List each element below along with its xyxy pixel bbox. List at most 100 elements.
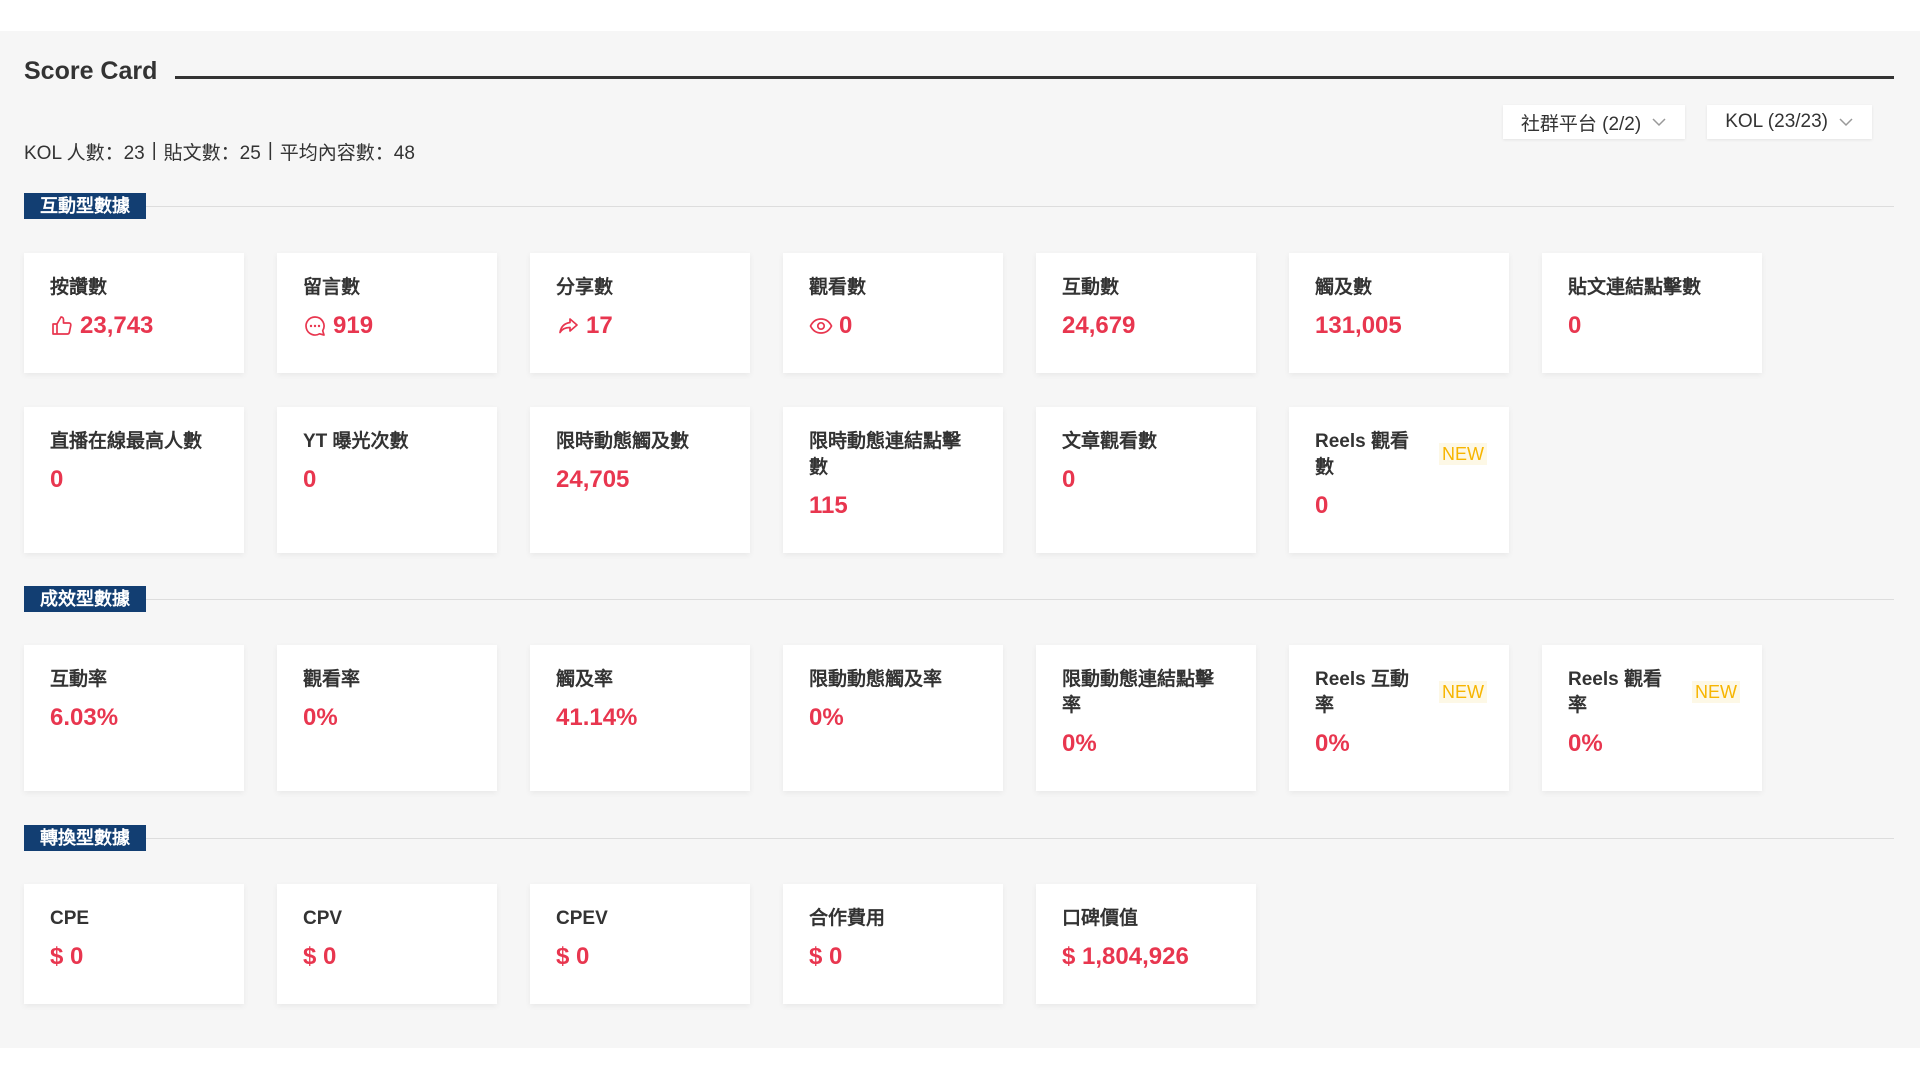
metric-label: 觸及率 bbox=[556, 669, 614, 690]
metric-value: $ 0 bbox=[556, 943, 590, 970]
thumbs-up-icon bbox=[52, 316, 72, 335]
post-count-text: 貼文數：25 bbox=[163, 142, 261, 164]
metric-value: 919 bbox=[303, 311, 475, 341]
metric-label: Reels 觀看數 bbox=[1315, 431, 1409, 478]
metric-label: 限動動態觸及率 bbox=[809, 669, 943, 690]
metric-card: 限時動態連結點擊數 115 bbox=[783, 407, 1003, 553]
metric-label: 文章觀看數 bbox=[1062, 431, 1158, 452]
metric-label: 口碑價值 bbox=[1062, 908, 1139, 929]
metric-card: 口碑價值 $ 1,804,926 bbox=[1036, 884, 1256, 1004]
metric-card-head: Reels 互動率 NEW bbox=[1315, 667, 1487, 719]
metric-value: 0% bbox=[809, 704, 844, 731]
metric-label: 限動動態連結點擊率 bbox=[1062, 669, 1215, 716]
metric-label: CPV bbox=[303, 908, 343, 929]
summary-separator: | bbox=[267, 140, 273, 161]
metric-value: 115 bbox=[809, 492, 848, 519]
metric-value: 23,743 bbox=[50, 311, 222, 341]
eye-icon bbox=[809, 318, 833, 334]
platform-filter-dropdown[interactable]: 社群平台 (2/2) bbox=[1502, 105, 1686, 139]
metric-label: 互動率 bbox=[50, 669, 108, 690]
filter-group: 社群平台 (2/2) KOL (23/23) bbox=[1502, 105, 1872, 139]
metric-value: 0 bbox=[809, 311, 981, 341]
metric-label: 觀看數 bbox=[809, 277, 867, 298]
metric-value: 0 bbox=[50, 466, 64, 493]
metric-card: 互動率 6.03% bbox=[24, 645, 244, 791]
metric-card: 觸及率 41.14% bbox=[530, 645, 750, 791]
metric-card: 分享數 17 bbox=[530, 253, 750, 373]
metric-value: 131,005 bbox=[1315, 312, 1402, 339]
metric-card: 觀看數 0 bbox=[783, 253, 1003, 373]
metric-label: CPE bbox=[50, 908, 90, 929]
metric-value: 6.03% bbox=[50, 704, 119, 731]
metric-label: 貼文連結點擊數 bbox=[1568, 277, 1702, 298]
metric-card: 直播在線最高人數 0 bbox=[24, 407, 244, 553]
metric-card: CPE $ 0 bbox=[24, 884, 244, 1004]
metric-value: 0% bbox=[1315, 730, 1350, 757]
metric-card: 文章觀看數 0 bbox=[1036, 407, 1256, 553]
new-badge: NEW bbox=[1439, 443, 1487, 465]
metric-value: $ 0 bbox=[809, 943, 843, 970]
metric-value-text: 23,743 bbox=[80, 312, 154, 339]
summary-separator: | bbox=[151, 140, 157, 161]
page-title: Score Card bbox=[24, 56, 158, 85]
section-title: 互動型數據 bbox=[24, 193, 146, 219]
metric-card: CPV $ 0 bbox=[277, 884, 497, 1004]
comment-icon bbox=[305, 316, 325, 336]
metric-value: $ 1,804,926 bbox=[1062, 943, 1189, 970]
metric-card: 觸及數 131,005 bbox=[1289, 253, 1509, 373]
metric-label: 觸及數 bbox=[1315, 277, 1373, 298]
metric-label: 留言數 bbox=[303, 277, 361, 298]
metric-card: Reels 互動率 NEW 0% bbox=[1289, 645, 1509, 791]
section-title: 成效型數據 bbox=[24, 586, 146, 612]
metric-value-text: 919 bbox=[333, 312, 374, 339]
metric-card: 限動動態連結點擊率 0% bbox=[1036, 645, 1256, 791]
metric-label: CPEV bbox=[556, 908, 608, 929]
avg-content-text: 平均內容數：48 bbox=[279, 142, 415, 164]
metric-value: 41.14% bbox=[556, 704, 638, 731]
metric-value: 0% bbox=[303, 704, 338, 731]
metric-card: 觀看率 0% bbox=[277, 645, 497, 791]
section-divider bbox=[146, 205, 1894, 207]
metric-value: 0 bbox=[1315, 492, 1329, 519]
chevron-down-icon bbox=[1839, 118, 1853, 127]
metric-value: 17 bbox=[556, 311, 728, 341]
section-divider bbox=[146, 598, 1894, 600]
metric-value: 0 bbox=[303, 466, 317, 493]
metric-card: CPEV $ 0 bbox=[530, 884, 750, 1004]
metric-card-head: Reels 觀看率 NEW bbox=[1568, 667, 1740, 719]
metric-card: 限時動態觸及數 24,705 bbox=[530, 407, 750, 553]
title-underline bbox=[175, 75, 1894, 79]
metric-card: 合作費用 $ 0 bbox=[783, 884, 1003, 1004]
score-card-panel: Score Card KOL 人數：23 | 貼文數：25 | 平均內容數：48… bbox=[0, 31, 1920, 1048]
metric-value: $ 0 bbox=[50, 943, 84, 970]
metric-card-head: Reels 觀看數 NEW bbox=[1315, 429, 1487, 481]
metric-card: 貼文連結點擊數 0 bbox=[1542, 253, 1762, 373]
platform-filter-label: 社群平台 (2/2) bbox=[1520, 113, 1642, 135]
metric-label: Reels 互動率 bbox=[1315, 669, 1409, 716]
section-conversion: 轉換型數據 bbox=[24, 825, 1894, 851]
section-divider bbox=[146, 837, 1894, 839]
metric-label: 限時動態觸及數 bbox=[556, 431, 690, 452]
metric-label: 觀看率 bbox=[303, 669, 361, 690]
score-card-header: Score Card bbox=[24, 51, 1894, 91]
summary-bar: KOL 人數：23 | 貼文數：25 | 平均內容數：48 bbox=[24, 111, 415, 191]
metric-label: YT 曝光次數 bbox=[303, 431, 409, 452]
chevron-down-icon bbox=[1652, 118, 1666, 127]
new-badge: NEW bbox=[1692, 681, 1740, 703]
metric-value: $ 0 bbox=[303, 943, 337, 970]
metric-value-text: 17 bbox=[586, 312, 613, 339]
kol-count-text: KOL 人數：23 bbox=[24, 142, 145, 164]
metric-card: Reels 觀看數 NEW 0 bbox=[1289, 407, 1509, 553]
metric-value: 0% bbox=[1568, 730, 1603, 757]
metric-card: Reels 觀看率 NEW 0% bbox=[1542, 645, 1762, 791]
kol-filter-dropdown[interactable]: KOL (23/23) bbox=[1707, 105, 1872, 139]
metric-value: 24,679 bbox=[1062, 312, 1136, 339]
metric-label: 互動數 bbox=[1062, 277, 1120, 298]
metric-label: 直播在線最高人數 bbox=[50, 431, 203, 452]
metric-value-text: 0 bbox=[839, 312, 853, 339]
metric-label: 按讚數 bbox=[50, 277, 108, 298]
share-icon bbox=[559, 318, 578, 334]
metric-label: 分享數 bbox=[556, 277, 614, 298]
kol-filter-label: KOL (23/23) bbox=[1725, 111, 1828, 132]
metric-value: 0% bbox=[1062, 730, 1097, 757]
